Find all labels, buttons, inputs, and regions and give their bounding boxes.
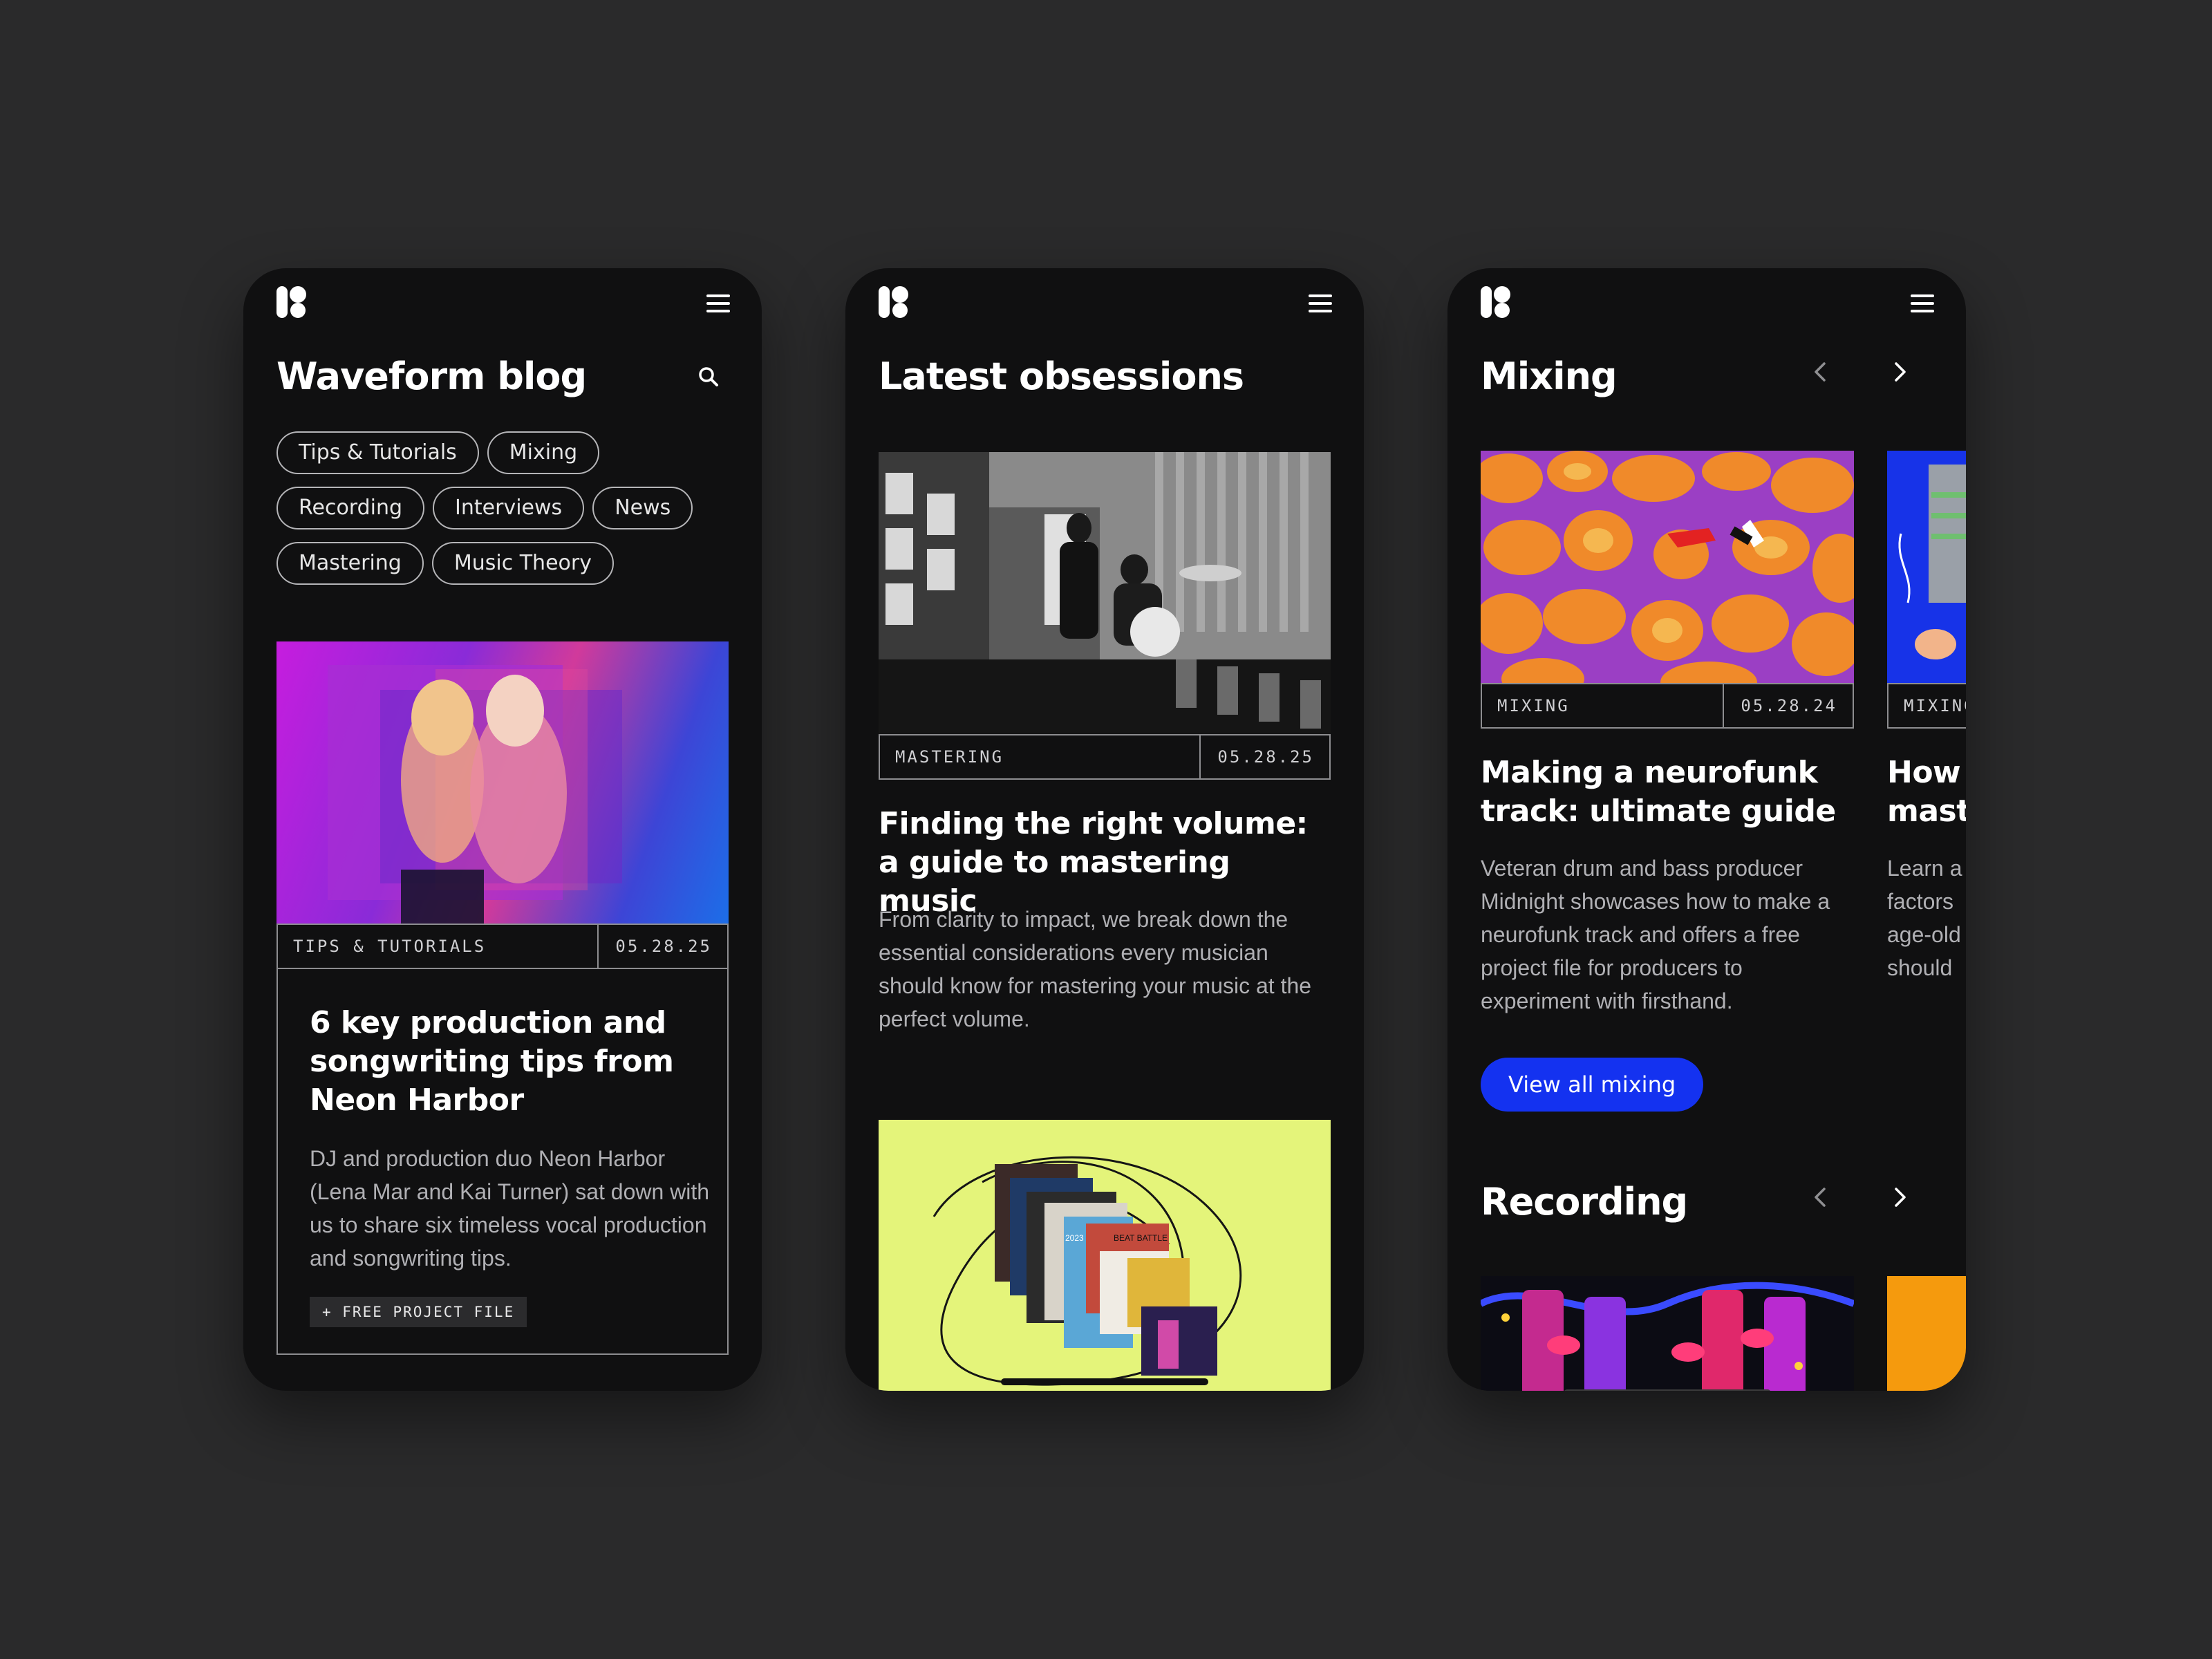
- article-excerpt: DJ and production duo Neon Harbor (Lena …: [310, 1146, 710, 1271]
- top-bar: [845, 268, 1364, 335]
- chevron-left-icon[interactable]: [1807, 1183, 1835, 1211]
- mixing-card-2-excerpt: Learn a factors age-old should: [1887, 856, 1962, 980]
- chip-mastering[interactable]: Mastering: [276, 542, 424, 585]
- view-all-mixing-button[interactable]: View all mixing: [1481, 1058, 1704, 1112]
- logo-icon[interactable]: [1479, 285, 1512, 319]
- mixing-card-image[interactable]: [1481, 451, 1854, 684]
- article-image[interactable]: [276, 641, 729, 925]
- chevron-right-icon[interactable]: [1886, 1183, 1913, 1211]
- article-date: 05.28.25: [597, 925, 727, 968]
- mixing-card-excerpt: Veteran drum and bass producer Midnight …: [1481, 856, 1830, 1013]
- phone-category-carousels: Mixing MIXING 05.28.24 Making a neurofun…: [1447, 268, 1966, 1391]
- chip-recording[interactable]: Recording: [276, 487, 425, 529]
- free-project-file-tag[interactable]: + FREE PROJECT FILE: [310, 1297, 527, 1327]
- article-excerpt: From clarity to impact, we break down th…: [879, 907, 1312, 1031]
- section-title-recording: Recording: [1481, 1180, 1688, 1224]
- menu-icon[interactable]: [1309, 294, 1332, 312]
- recording-card-2-image[interactable]: [1887, 1276, 1966, 1391]
- menu-icon[interactable]: [706, 294, 730, 312]
- phone-blog-home: Waveform blog Tips & Tutorials Mixing Rec…: [243, 268, 762, 1391]
- chip-mixing[interactable]: Mixing: [487, 431, 600, 474]
- recording-card-image[interactable]: [1481, 1276, 1854, 1391]
- article-image[interactable]: [879, 452, 1331, 735]
- article-meta: MASTERING 05.28.25: [879, 734, 1331, 780]
- page-title: Waveform blog: [276, 355, 587, 398]
- top-bar: [1447, 268, 1966, 335]
- chip-interviews[interactable]: Interviews: [433, 487, 585, 529]
- collage-image[interactable]: 2023 BEAT BATTLE: [879, 1120, 1331, 1391]
- article-category[interactable]: TIPS & TUTORIALS: [278, 937, 597, 956]
- search-icon[interactable]: [698, 366, 719, 387]
- mixing-card-2-category[interactable]: MIXING: [1888, 696, 1966, 715]
- chevron-right-icon[interactable]: [1886, 358, 1913, 386]
- mixing-card-title[interactable]: Making a neurofunk track: ultimate guide: [1481, 753, 1854, 831]
- chip-music-theory[interactable]: Music Theory: [431, 542, 614, 585]
- chip-news[interactable]: News: [592, 487, 693, 529]
- home-indicator[interactable]: [1564, 1389, 1771, 1391]
- article-date: 05.28.25: [1199, 735, 1329, 778]
- mixing-card-2-title[interactable]: How mast: [1887, 753, 1966, 831]
- logo-icon[interactable]: [275, 285, 308, 319]
- home-indicator[interactable]: [1001, 1378, 1208, 1385]
- category-chips: Tips & Tutorials Mixing Recording Intervie…: [276, 431, 733, 597]
- mixing-card-2-image[interactable]: [1887, 451, 1966, 684]
- article-category[interactable]: MASTERING: [880, 747, 1199, 767]
- logo-icon[interactable]: [877, 285, 910, 319]
- phone-latest-obsessions: Latest obsessions MASTERING 05.28.25 Fin…: [845, 268, 1364, 1391]
- collage-poster-label: BEAT BATTLE: [1114, 1233, 1168, 1243]
- mixing-card-date: 05.28.24: [1723, 684, 1853, 727]
- collage-year-label: 2023: [1065, 1233, 1084, 1243]
- mixing-card-2-meta: MIXING: [1887, 683, 1966, 729]
- chip-tips-tutorials[interactable]: Tips & Tutorials: [276, 431, 479, 474]
- chevron-left-icon[interactable]: [1807, 358, 1835, 386]
- mixing-card-category[interactable]: MIXING: [1482, 696, 1723, 715]
- mixing-card-meta: MIXING 05.28.24: [1481, 683, 1854, 729]
- top-bar: [243, 268, 762, 335]
- article-meta: TIPS & TUTORIALS 05.28.25: [276, 924, 729, 969]
- page-title: Latest obsessions: [879, 355, 1244, 398]
- article-title[interactable]: 6 key production and songwriting tips fr…: [310, 1004, 711, 1120]
- menu-icon[interactable]: [1911, 294, 1934, 312]
- section-title-mixing: Mixing: [1481, 355, 1618, 398]
